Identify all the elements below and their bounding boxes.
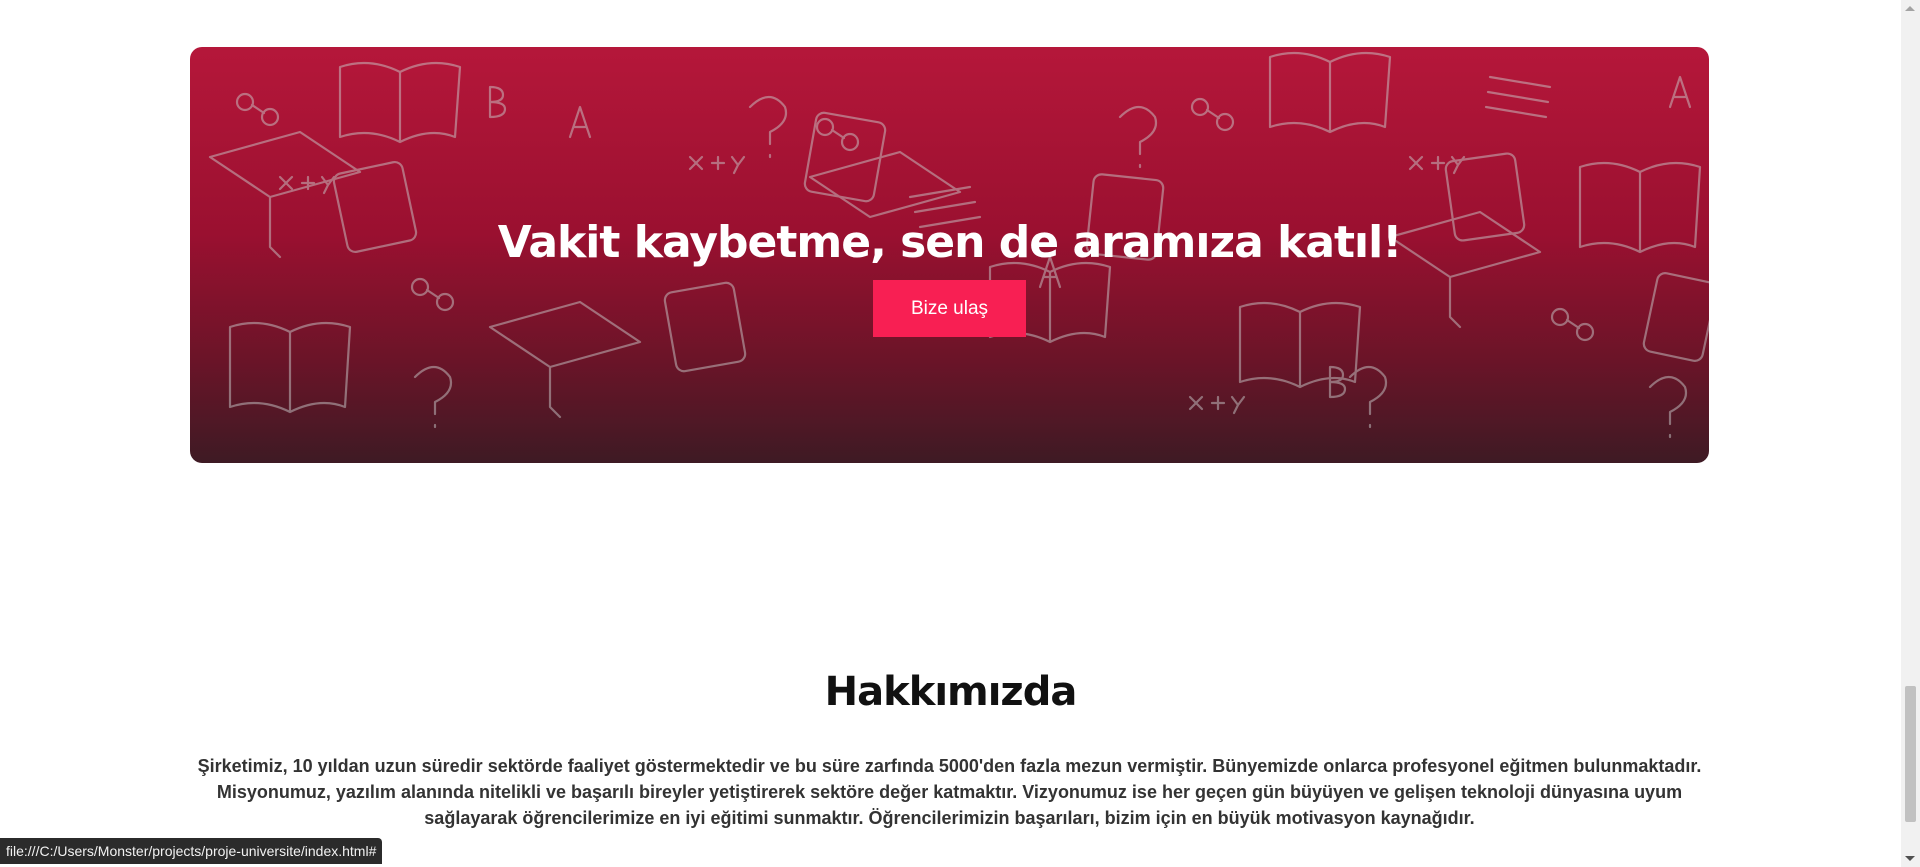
contact-us-button[interactable]: Bize ulaş xyxy=(873,280,1026,337)
page: Vakit kaybetme, sen de aramıza katıl! Bi… xyxy=(0,0,1901,867)
link-status-bar: file:///C:/Users/Monster/projects/proje-… xyxy=(0,838,383,864)
cta-title: Vakit kaybetme, sen de aramıza katıl! xyxy=(497,217,1403,268)
about-title: Hakkımızda xyxy=(824,669,1078,715)
about-text: Şirketimiz, 10 yıldan uzun süredir sektö… xyxy=(197,756,1702,828)
scroll-down-arrow-icon[interactable] xyxy=(1905,856,1915,861)
scroll-up-arrow-icon[interactable] xyxy=(1905,6,1915,11)
vertical-scrollbar[interactable] xyxy=(1901,0,1920,867)
scrollbar-thumb[interactable] xyxy=(1905,686,1916,822)
cta-banner: Vakit kaybetme, sen de aramıza katıl! Bi… xyxy=(190,47,1709,463)
